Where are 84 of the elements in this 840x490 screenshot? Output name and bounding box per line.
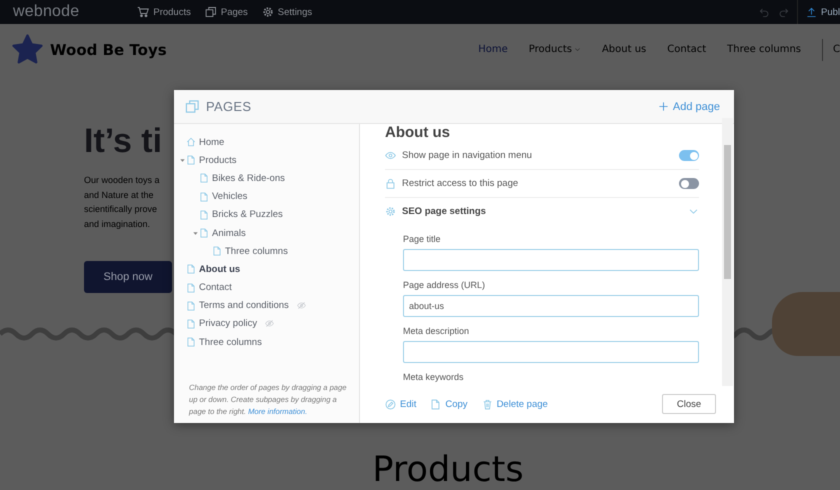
nav-link[interactable]: C [833, 44, 840, 55]
field-label: Meta description [403, 325, 470, 337]
input-field[interactable]: about-us [403, 295, 699, 317]
page-icon [186, 300, 196, 311]
caret-icon[interactable] [178, 156, 186, 164]
page-item[interactable]: Products [186, 154, 236, 166]
setting-label: Show page in navigation menu [402, 150, 532, 161]
lock-icon [385, 178, 396, 189]
trash-icon [482, 398, 493, 410]
settings-icon [385, 206, 396, 217]
copy-icon [430, 398, 442, 410]
page-item[interactable]: Three columns [212, 246, 288, 257]
page-icon [186, 337, 196, 348]
hero-text: scientifically prove [84, 203, 158, 216]
page-item[interactable]: Bricks & Puzzles [199, 209, 283, 220]
publish-button[interactable]: Publ [806, 6, 840, 18]
nav-link[interactable]: Three columns [727, 44, 802, 55]
page-icon [186, 282, 196, 293]
edit-icon [385, 398, 396, 410]
hero-text: Our wooden toys a [84, 174, 161, 187]
brand-name: Wood Be Toys [50, 40, 167, 58]
page-icon [199, 210, 209, 220]
caret-icon[interactable] [192, 230, 198, 237]
action-link[interactable]: Copy [430, 398, 468, 410]
page-icon [212, 246, 222, 256]
page-item[interactable]: Privacy policy [186, 318, 274, 330]
page-icon [186, 155, 196, 166]
add-page-button[interactable]: Add page [658, 100, 720, 112]
page-item[interactable]: Terms and conditions [186, 300, 306, 312]
star-logo-icon [12, 34, 43, 65]
action-link[interactable]: Edit [385, 398, 416, 410]
field-label: Page title [403, 233, 442, 245]
cart-icon [137, 6, 150, 18]
home-icon [186, 137, 196, 148]
toggle-switch[interactable] [679, 178, 699, 189]
page-heading: About us [385, 124, 451, 142]
page-icon [186, 264, 196, 274]
pages-icon [204, 6, 217, 18]
page-item[interactable]: Three columns [186, 336, 262, 348]
setting-label: SEO page settings [402, 206, 486, 217]
page-item[interactable]: Animals [199, 228, 246, 239]
page-item[interactable]: About us [186, 264, 240, 275]
hidden-eye-icon [265, 319, 274, 328]
photo-placeholder [772, 292, 840, 356]
setting-label: Restrict access to this page [402, 178, 518, 189]
nav-link[interactable]: Products [528, 44, 581, 55]
dialog-title: PAGES [206, 99, 252, 114]
section-heading: Products [371, 450, 525, 490]
page-item[interactable]: Contact [186, 282, 232, 294]
scrollbar-thumb[interactable] [724, 145, 731, 279]
shop-now-button[interactable]: Shop now [84, 261, 172, 294]
menu-item[interactable]: Settings [262, 6, 312, 18]
toggle-switch[interactable] [679, 150, 699, 161]
nav-link[interactable]: Contact [667, 44, 706, 55]
field-label: Page address (URL) [403, 279, 486, 291]
page-icon [199, 192, 209, 202]
redo-icon[interactable] [778, 6, 789, 18]
field-label: Meta keywords [403, 371, 465, 383]
hero-heading: It’s ti [84, 123, 164, 159]
upload-icon [806, 6, 817, 18]
settings-icon [262, 6, 274, 18]
eye-icon [385, 150, 396, 161]
hero-text: and Nature at the [84, 188, 155, 202]
chevron-icon [574, 46, 581, 53]
hidden-eye-icon [296, 301, 306, 310]
close-button[interactable]: Close [662, 394, 716, 414]
menu-item[interactable]: Products [137, 6, 191, 18]
webnode-logo: webnode [13, 3, 80, 21]
input-field[interactable] [403, 341, 699, 363]
nav-link[interactable]: About us [602, 44, 646, 55]
page-item[interactable]: Vehicles [199, 191, 248, 202]
undo-icon[interactable] [758, 6, 770, 18]
input-field[interactable] [403, 249, 699, 271]
page-item[interactable]: Bikes & Ride-ons [199, 172, 285, 184]
action-link[interactable]: Delete page [482, 398, 548, 410]
hero-text: and imagination. [84, 218, 152, 231]
menu-item[interactable]: Pages [204, 6, 248, 18]
page-item[interactable]: Home [186, 136, 224, 148]
pages-icon [185, 99, 200, 114]
page-icon [199, 173, 209, 184]
page-icon [199, 228, 209, 238]
page-icon [186, 318, 196, 329]
scrollbar[interactable] [722, 118, 733, 386]
plus-icon [658, 101, 669, 112]
